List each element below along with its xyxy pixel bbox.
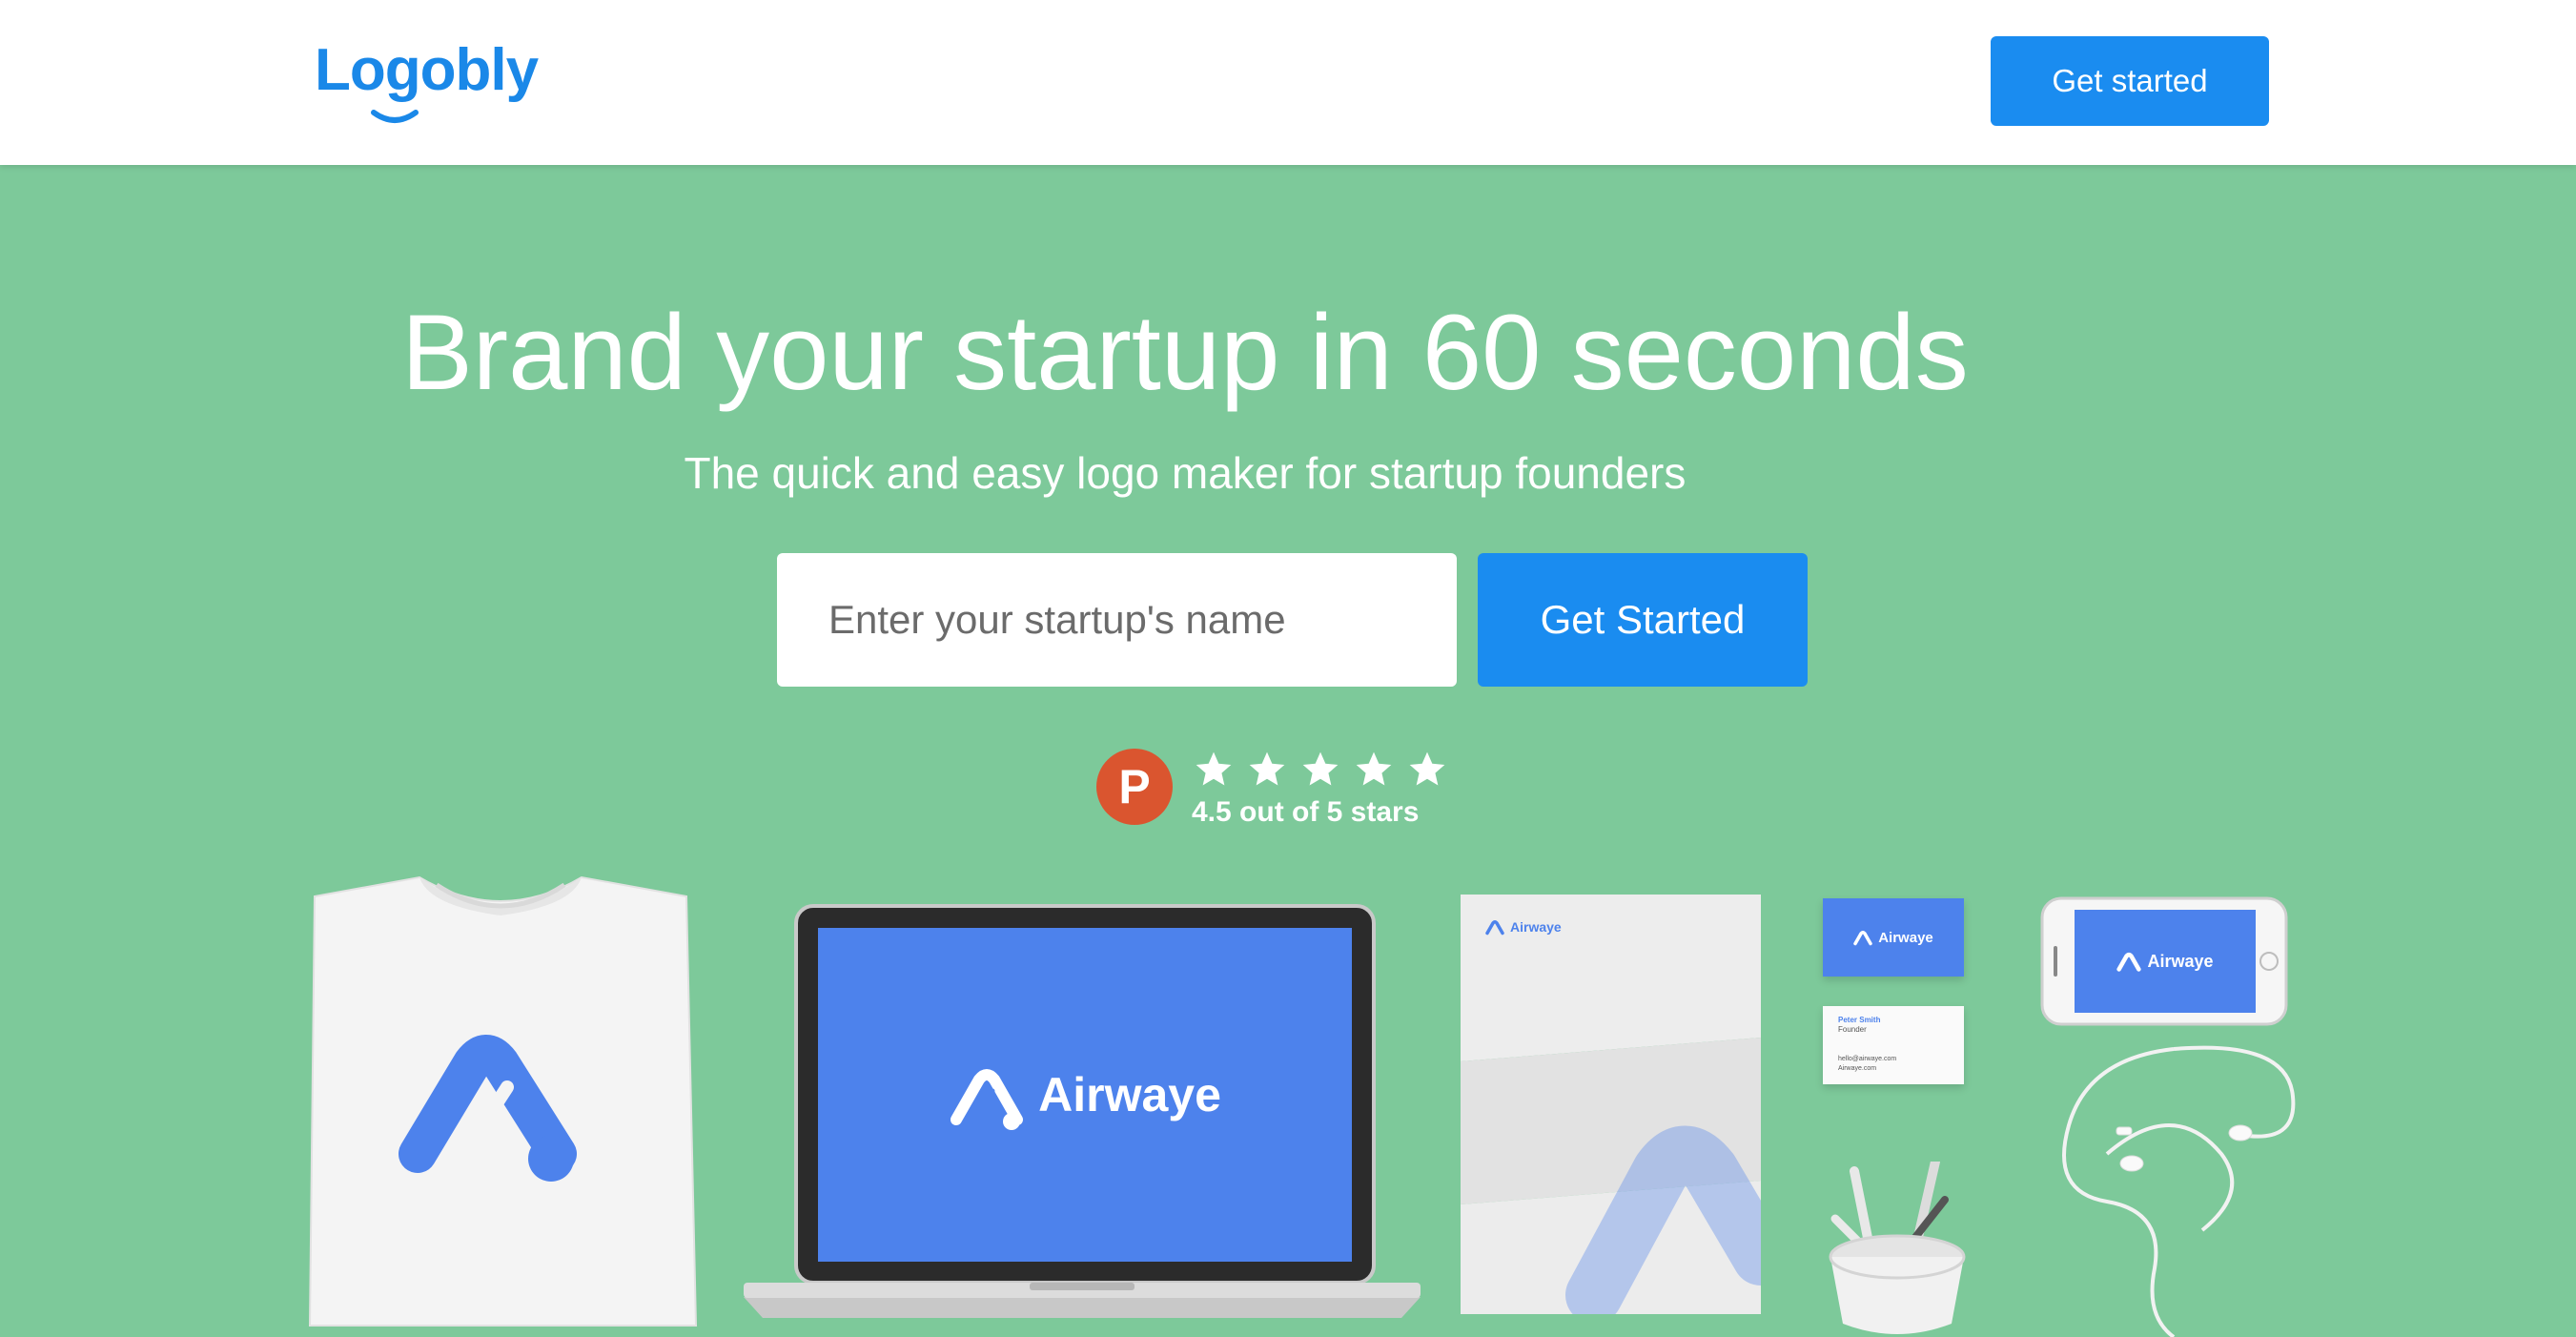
hero-get-started-button[interactable]: Get Started	[1478, 553, 1808, 687]
startup-name-input[interactable]	[777, 553, 1457, 687]
brand-mockups: Airwaye Airwaye Airwaye Peter Smith Foun…	[0, 858, 2576, 1337]
card-email: hello@airwaye.com	[1838, 1056, 1897, 1062]
rating-text: 4.5 out of 5 stars	[1192, 796, 1420, 828]
letterhead-mockup: Airwaye	[1461, 895, 1761, 1314]
laptop-brand-name: Airwaye	[1038, 1068, 1221, 1121]
logobly-logo[interactable]: Logobly	[315, 32, 539, 128]
tshirt-mockup	[308, 875, 698, 1327]
letterhead-brand-name: Airwaye	[1510, 919, 1562, 935]
airwaye-logo-icon	[951, 1069, 1024, 1130]
star-rating	[1188, 749, 1453, 791]
card-title: Founder	[1838, 1025, 1867, 1034]
laptop-screen: Airwaye	[818, 928, 1352, 1262]
phone-brand-name: Airwaye	[2147, 951, 2214, 971]
top-navigation-bar: Logobly Get started	[0, 0, 2576, 165]
hero-title: Brand your startup in 60 seconds	[401, 293, 1969, 412]
laptop-mockup: Airwaye	[744, 896, 1421, 1337]
startup-name-form: Get Started	[777, 553, 1808, 687]
pencil-cup-icon	[1829, 1162, 1966, 1334]
star-icon	[1302, 751, 1339, 786]
airwaye-logo-icon	[1485, 920, 1504, 936]
card-brand-name: Airwaye	[1878, 929, 1933, 946]
phone-screen: Airwaye	[2075, 910, 2256, 1013]
business-card-back: Peter Smith Founder hello@airwaye.com Ai…	[1823, 1006, 1964, 1084]
airwaye-logo-icon	[2116, 952, 2142, 972]
phone-mockup: Airwaye	[2040, 896, 2288, 1030]
star-icon	[1249, 751, 1285, 786]
airwaye-logo-icon	[1853, 931, 1872, 946]
logo-smile-icon	[371, 110, 419, 123]
card-name: Peter Smith	[1838, 1016, 1881, 1024]
product-hunt-icon: P	[1096, 749, 1173, 825]
hero-subtitle: The quick and easy logo maker for startu…	[684, 448, 1687, 498]
star-icon	[1196, 751, 1232, 786]
header-get-started-button[interactable]: Get started	[1991, 36, 2269, 126]
star-icon	[1356, 751, 1392, 786]
product-hunt-rating: P 4.5 out of 5 stars	[1096, 749, 1459, 834]
earphones-icon	[2062, 1045, 2296, 1337]
card-website: Airwaye.com	[1838, 1065, 1877, 1072]
business-card-front: Airwaye	[1823, 898, 1964, 977]
star-icon	[1409, 751, 1445, 786]
